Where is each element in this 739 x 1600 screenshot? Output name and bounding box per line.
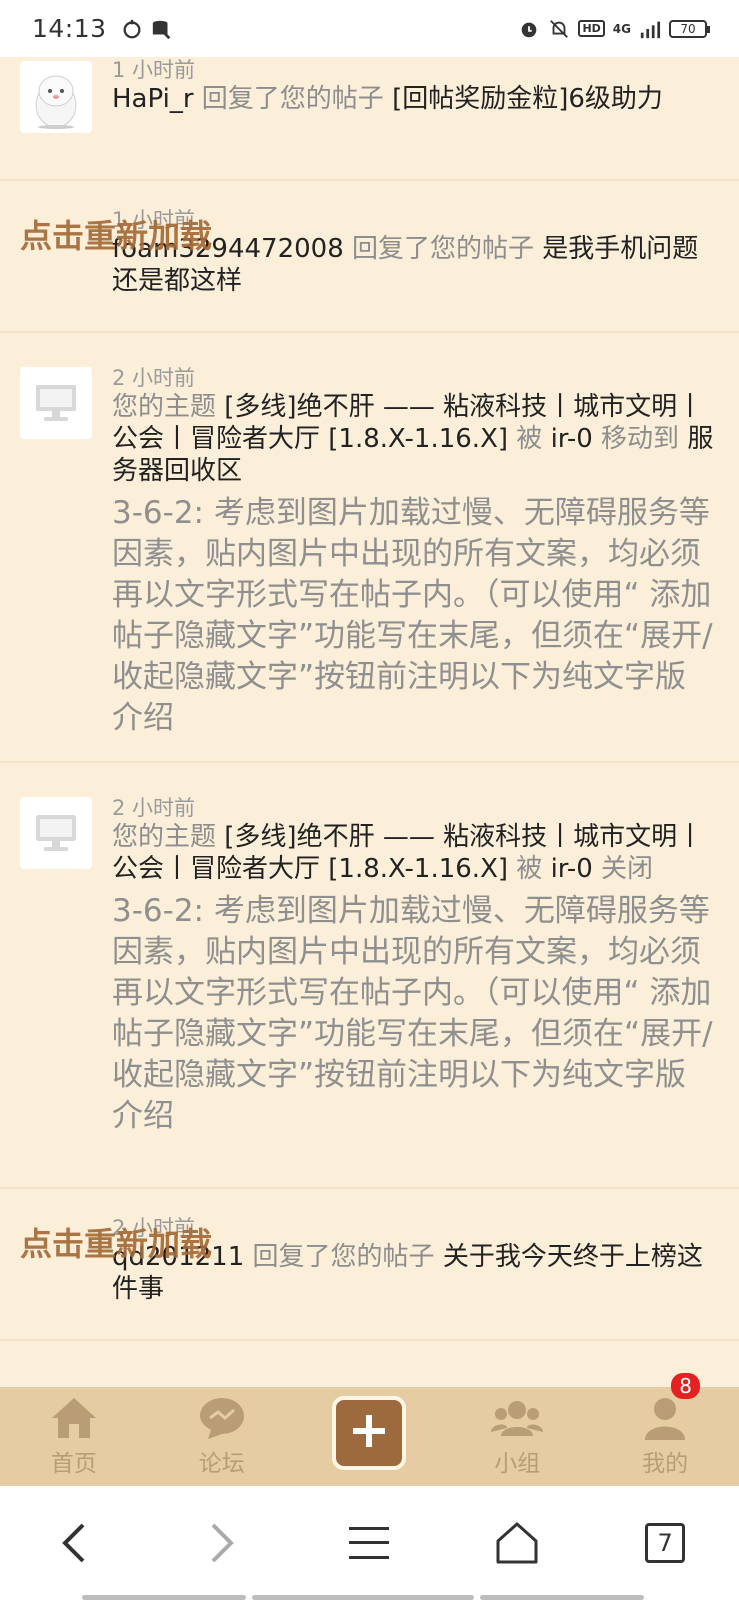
network-type: 4G (612, 21, 631, 36)
tab-home[interactable]: 首页 (0, 1387, 148, 1486)
username-link[interactable]: ir-0 (551, 854, 593, 884)
tab-mine[interactable]: 我的 8 (591, 1373, 739, 1486)
post-link[interactable]: [回帖奖励金粒]6级助力 (392, 84, 663, 114)
tab-groups-label: 小组 (494, 1451, 541, 1477)
action-text: 关闭 (601, 854, 654, 884)
action-text: 回复了您的帖子 (201, 84, 384, 114)
menu-button[interactable] (339, 1513, 399, 1573)
chevron-left-icon (62, 1523, 85, 1563)
username-link[interactable]: HaPi_r (112, 84, 194, 114)
notification-item[interactable]: 2 小时前 您的主题 [多线]绝不肝 —— 粘液科技丨城市文明丨公会丨冒险者大厅… (0, 765, 739, 1189)
reload-avatar-button[interactable]: 点击重新加载 (20, 1219, 212, 1265)
tab-forum[interactable]: 论坛 (148, 1387, 296, 1486)
time-ago: 2 小时前 (112, 366, 196, 390)
database-icon (152, 20, 170, 39)
avatar[interactable] (20, 61, 92, 133)
browser-nav-bar: 7 (0, 1486, 739, 1600)
tab-mine-label: 我的 (642, 1451, 689, 1477)
notification-item[interactable]: 2 小时前 qd201211 回复了您的帖子 关于我今天终于上榜这件事 点击重新… (0, 1191, 739, 1341)
chevron-right-icon (211, 1523, 234, 1563)
username-link[interactable]: ir-0 (551, 424, 593, 454)
add-post-button[interactable] (332, 1395, 407, 1470)
action-text: 回复了您的帖子 (252, 1242, 435, 1272)
plus-icon (353, 1414, 386, 1447)
prefix-text: 您的主题 (112, 822, 217, 852)
tabs-button[interactable]: 7 (635, 1513, 695, 1573)
notification-item[interactable]: 1 小时前 HaPi_r 回复了您的帖子 [回帖奖励金粒]6级助力 (0, 57, 739, 181)
alarm-icon (522, 22, 537, 37)
bottom-tab-bar: 首页 论坛 小组 我的 8 (0, 1373, 739, 1486)
tab-add[interactable] (296, 1387, 444, 1486)
by-text: 被 (516, 424, 543, 454)
action-text: 移动到 (601, 424, 680, 454)
notification-item[interactable]: 2 小时前 您的主题 [多线]绝不肝 —— 粘液科技丨城市文明丨公会丨冒险者大厅… (0, 335, 739, 763)
browser-home-button[interactable] (487, 1513, 547, 1573)
cartoon-avatar-icon (35, 75, 77, 129)
user-icon (645, 1398, 686, 1440)
mute-bell-icon (550, 19, 569, 38)
tab-home-label: 首页 (50, 1451, 97, 1477)
action-text: 回复了您的帖子 (352, 234, 535, 264)
avatar[interactable] (20, 797, 92, 869)
notification-item[interactable]: 1 小时前 foam3294472008 回复了您的帖子 是我手机问题还是都这样… (0, 183, 739, 333)
menu-icon (349, 1527, 390, 1559)
home-outline-icon (496, 1522, 538, 1564)
gesture-bar[interactable] (252, 1595, 474, 1600)
notification-badge: 8 (671, 1373, 700, 1399)
forward-button[interactable] (192, 1513, 252, 1573)
hd-icon: HD (578, 20, 605, 37)
notification-feed[interactable]: 1 小时前 HaPi_r 回复了您的帖子 [回帖奖励金粒]6级助力 1 小时前 … (0, 57, 739, 1387)
time-ago: 1 小时前 (112, 58, 196, 82)
monitor-icon (36, 385, 76, 421)
time-ago: 2 小时前 (112, 796, 196, 820)
reload-avatar-button[interactable]: 点击重新加载 (20, 211, 212, 257)
chat-bubble-icon (199, 1398, 244, 1439)
status-bar: 14:13 HD 4G 70 (0, 0, 739, 57)
home-icon (51, 1398, 96, 1438)
prefix-text: 您的主题 (112, 392, 217, 422)
gesture-bar[interactable] (480, 1595, 644, 1600)
battery-icon: 70 (669, 19, 710, 38)
tabs-count: 7 (645, 1523, 686, 1563)
signal-icon (640, 21, 661, 38)
sync-icon (123, 19, 141, 38)
by-text: 被 (516, 854, 543, 884)
avatar[interactable] (20, 367, 92, 439)
tab-groups[interactable]: 小组 (443, 1387, 591, 1486)
group-icon (491, 1401, 544, 1436)
back-button[interactable] (44, 1513, 104, 1573)
tab-forum-label: 论坛 (198, 1451, 245, 1477)
reason-text: 3-6-2: 考虑到图片加载过慢、无障碍服务等因素，贴内图片中出现的所有文案，均… (112, 495, 713, 736)
reason-text: 3-6-2: 考虑到图片加载过慢、无障碍服务等因素，贴内图片中出现的所有文案，均… (112, 893, 713, 1134)
monitor-icon (36, 815, 76, 851)
gesture-bar[interactable] (82, 1595, 246, 1600)
status-time: 14:13 (32, 14, 107, 43)
